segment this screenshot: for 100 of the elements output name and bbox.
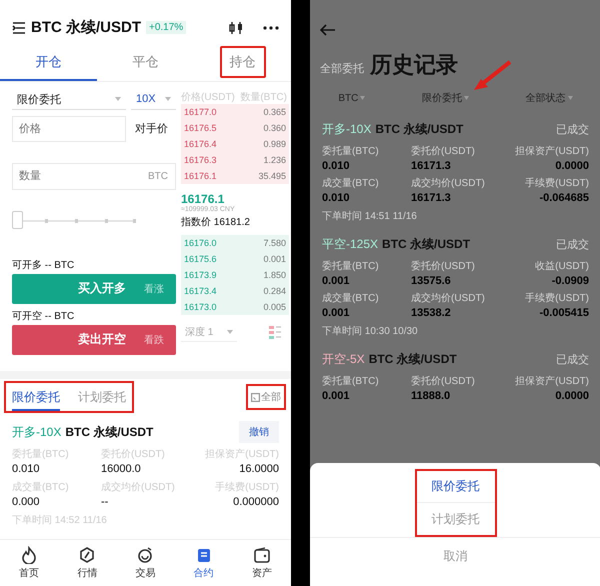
order-time: 下单时间 10:30 10/30 xyxy=(322,324,419,338)
amount-cell: 1.236 xyxy=(263,154,286,165)
counter-price-button[interactable]: 对手价 xyxy=(131,116,176,142)
price-cell: 16177.0 xyxy=(184,106,217,117)
order-pair: BTC 永续/USDT xyxy=(65,424,154,441)
index-price: 指数价 16181.2 xyxy=(181,216,251,229)
nav-item[interactable]: 合约 xyxy=(194,546,214,580)
face-icon xyxy=(136,546,154,564)
field-value: 0.0000 xyxy=(555,160,589,172)
field-label: 手续费(USDT) xyxy=(525,292,589,305)
order-status: 已成交 xyxy=(556,238,589,252)
available-amount: 可开空 -- BTC xyxy=(12,310,76,322)
field-label: 担保资产(USDT) xyxy=(515,374,589,388)
cancel-button[interactable]: 撤销 xyxy=(239,421,279,444)
annotation-arrow xyxy=(472,60,512,92)
price-cell: 16173.0 xyxy=(184,302,217,312)
field-value: 13538.2 xyxy=(411,307,451,319)
field-value: 0.010 xyxy=(322,160,350,172)
field-value: 16171.3 xyxy=(411,160,451,172)
field-value: 0.010 xyxy=(322,192,350,204)
sheet-option[interactable]: 计划委托 xyxy=(416,503,494,535)
order-type-select[interactable]: 限价委托 xyxy=(12,90,126,110)
field-label: 委托价(USDT) xyxy=(411,144,475,158)
field-label: 委托价(USDT) xyxy=(411,260,475,273)
menu-icon[interactable] xyxy=(12,22,26,34)
trade-button[interactable]: 卖出开空 看跌 xyxy=(12,324,176,355)
amount-cell: 0.001 xyxy=(263,254,286,264)
caret-icon xyxy=(360,96,366,100)
more-icon[interactable] xyxy=(263,26,279,30)
field-value: 0.000000 xyxy=(233,496,279,508)
tab[interactable]: 开仓 xyxy=(0,43,97,82)
order-side: 开多-10X xyxy=(12,424,62,441)
price-cell: 16173.4 xyxy=(184,286,217,296)
price-cell: 16176.3 xyxy=(184,154,217,165)
order-pair: BTC 永续/USDT xyxy=(375,120,464,138)
caret-icon xyxy=(115,97,121,102)
amount-cell: 0.284 xyxy=(263,286,286,296)
field-value: 0.001 xyxy=(322,275,350,287)
tab[interactable]: 限价委托 xyxy=(12,385,60,412)
field-value: 16171.3 xyxy=(411,192,451,204)
field-value: 16.0000 xyxy=(239,463,279,476)
trade-button[interactable]: 买入开多 看涨 xyxy=(12,274,176,304)
back-icon[interactable] xyxy=(320,24,336,36)
field-label: 担保资产(USDT) xyxy=(515,144,589,158)
order-time: 下单时间 14:51 11/16 xyxy=(322,210,418,223)
amount-cell: 0.005 xyxy=(263,302,286,312)
field-label: 委托量(BTC) xyxy=(322,374,379,388)
field-value: -- xyxy=(101,496,108,508)
available-amount: 可开多 -- BTC xyxy=(12,258,76,271)
amount-cell: 0.989 xyxy=(263,138,286,149)
amount-cell: 0.360 xyxy=(263,122,286,133)
field-value: 0.010 xyxy=(12,463,40,476)
field-value: 11888.0 xyxy=(411,390,450,402)
caret-icon xyxy=(227,330,234,334)
order-side: 平空-125X xyxy=(322,236,378,252)
price-cell: 16175.6 xyxy=(184,254,217,264)
field-value: 0.0000 xyxy=(555,390,589,402)
price-cell: 16176.0 xyxy=(184,238,217,248)
pair-title: BTC 永续/USDT xyxy=(31,18,141,38)
sheet-option[interactable]: 限价委托 xyxy=(416,471,494,503)
field-label: 委托量(BTC) xyxy=(322,260,379,273)
leverage-select[interactable]: 10X xyxy=(131,90,176,110)
all-button[interactable]: 全部 xyxy=(246,384,286,410)
amount-cell: 7.580 xyxy=(263,238,286,248)
tab[interactable]: 计划委托 xyxy=(78,385,126,412)
caret-icon xyxy=(464,96,469,100)
square-icon xyxy=(251,392,260,402)
filter-dropdown[interactable]: 全部状态 xyxy=(526,91,573,105)
field-value: -0.0909 xyxy=(552,275,589,287)
price-cell: 16173.9 xyxy=(184,270,217,280)
overlay-title: 历史记录 xyxy=(370,51,458,79)
tab[interactable]: 平仓 xyxy=(124,46,166,78)
caret-icon xyxy=(165,97,171,102)
field-value: 13575.6 xyxy=(411,275,451,287)
nav-item[interactable]: 交易 xyxy=(135,546,156,580)
nav-item[interactable]: 首页 xyxy=(19,546,40,580)
candlestick-icon[interactable] xyxy=(228,20,244,36)
order-status: 已成交 xyxy=(556,352,589,366)
field-value: 16000.0 xyxy=(101,463,141,476)
nav-item[interactable]: 行情 xyxy=(77,546,98,580)
order-side: 开空-5X xyxy=(322,350,365,368)
field-label: 手续费(USDT) xyxy=(525,176,589,190)
order-pair: BTC 永续/USDT xyxy=(368,350,457,368)
amount-cell: 1.850 xyxy=(263,270,286,280)
field-label: 委托价(USDT) xyxy=(411,374,475,388)
caret-icon xyxy=(568,96,573,100)
order-status: 已成交 xyxy=(556,122,589,136)
field-value: -0.064685 xyxy=(539,192,589,204)
filter-dropdown[interactable]: BTC xyxy=(338,92,366,104)
filter-dropdown[interactable]: 限价委托 xyxy=(422,91,469,105)
tab[interactable]: 持仓 xyxy=(220,46,266,78)
nav-item[interactable]: 资产 xyxy=(252,546,272,580)
price-field[interactable]: 价格 xyxy=(12,116,126,142)
hexagon-icon xyxy=(78,546,96,564)
cancel-button[interactable]: 取消 xyxy=(310,537,600,574)
amount-cell: 0.365 xyxy=(263,106,286,117)
price-cell: 16176.5 xyxy=(184,122,217,133)
order-side: 开多-10X xyxy=(322,120,372,138)
last-price: 16176.1 xyxy=(181,192,226,206)
page-title: 全部委托 xyxy=(320,62,364,76)
